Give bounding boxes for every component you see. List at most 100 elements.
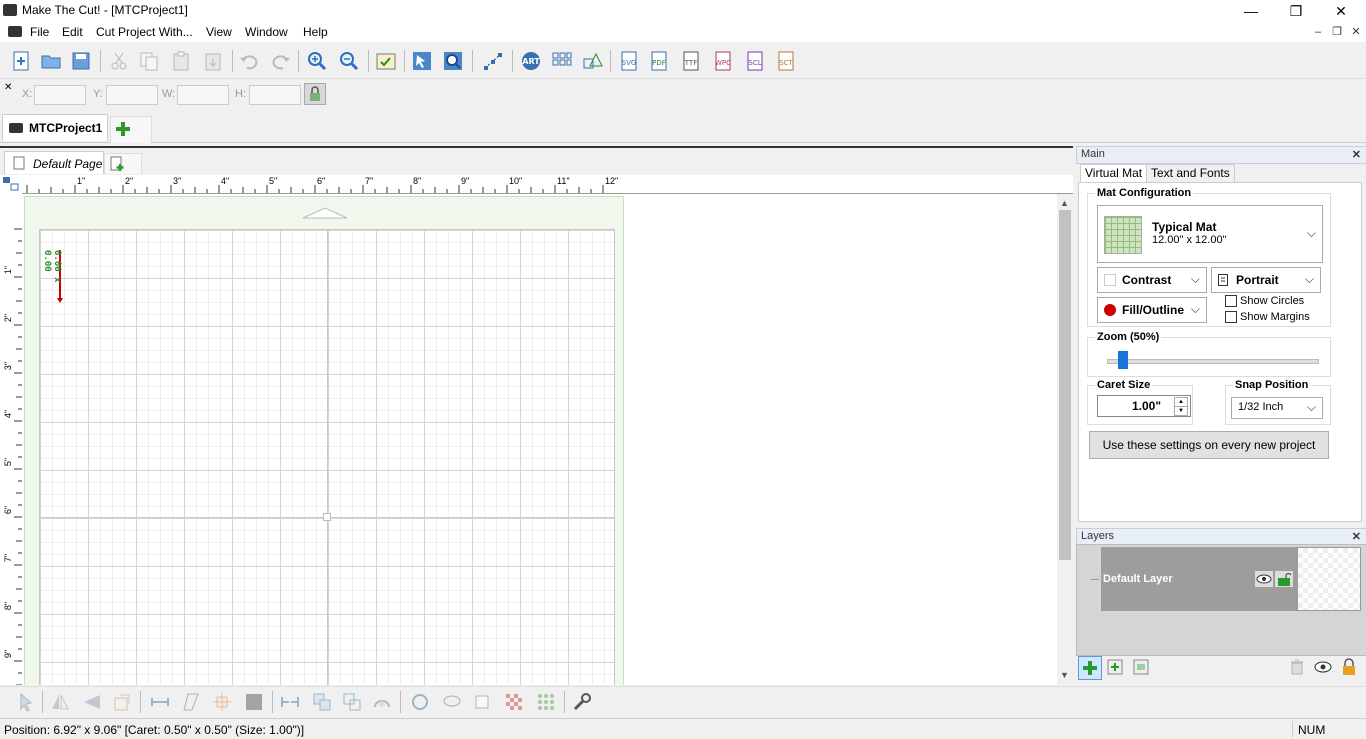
dot-grid-button[interactable] [534, 690, 558, 714]
add-layer-button[interactable] [1078, 656, 1102, 680]
zoom-out-button[interactable] [336, 48, 362, 74]
contrast-dropdown[interactable]: Contrast ⌵ [1097, 267, 1207, 293]
path-button[interactable] [370, 690, 394, 714]
toggle-lock-button[interactable] [1338, 656, 1360, 678]
settings-button[interactable] [570, 690, 594, 714]
shapes-button[interactable] [580, 48, 606, 74]
import-pdf-button[interactable]: PDF [646, 48, 672, 74]
properties-button[interactable] [373, 48, 399, 74]
zoom-in-button[interactable] [304, 48, 330, 74]
menu-help[interactable]: Help [303, 25, 328, 39]
spin-down-icon[interactable]: ▼ [1174, 406, 1188, 416]
zoom-slider-thumb[interactable] [1117, 351, 1128, 369]
circle-tool-button[interactable] [408, 690, 432, 714]
weld-button[interactable] [310, 690, 334, 714]
align-button[interactable] [148, 690, 172, 714]
paste-special-button[interactable] [200, 48, 226, 74]
toggle-visibility-button[interactable] [1312, 656, 1334, 678]
y-input[interactable] [106, 85, 158, 105]
close-button[interactable]: ✕ [1318, 0, 1364, 22]
menu-cut-project[interactable]: Cut Project With... [96, 25, 193, 39]
rotate-button[interactable] [110, 690, 134, 714]
center-button[interactable] [210, 690, 234, 714]
import-ttf-button[interactable]: TTF [678, 48, 704, 74]
scroll-down-icon[interactable]: ▼ [1060, 670, 1069, 680]
tab-default-page[interactable]: Default Page [4, 151, 104, 174]
distribute-button[interactable] [278, 690, 302, 714]
orientation-dropdown[interactable]: Portrait ⌵ [1211, 267, 1321, 293]
pattern-fill-button[interactable] [502, 690, 526, 714]
copy-button[interactable] [136, 48, 162, 74]
maximize-button[interactable]: ❐ [1273, 0, 1319, 22]
eye-icon[interactable] [1255, 571, 1273, 587]
node-edit-button[interactable] [480, 48, 506, 74]
page-icon [13, 156, 25, 170]
menu-window[interactable]: Window [245, 25, 288, 39]
select-tool-button[interactable] [409, 48, 435, 74]
square-tool-button[interactable] [470, 690, 494, 714]
scroll-up-icon[interactable]: ▲ [1060, 198, 1069, 208]
h-input[interactable] [249, 85, 301, 105]
close-main-panel-icon[interactable]: ✕ [1352, 148, 1361, 161]
add-page-button[interactable] [104, 153, 142, 174]
fill-outline-dropdown[interactable]: Fill/Outline ⌵ [1097, 297, 1207, 323]
shadow-button[interactable] [242, 690, 266, 714]
mat-type-dropdown[interactable]: Typical Mat 12.00" x 12.00" ⌵ [1097, 205, 1323, 263]
menu-file[interactable]: File [30, 25, 49, 39]
design-canvas[interactable]: 0.00 x 0.00 [22, 194, 1057, 685]
show-margins-label: Show Margins [1240, 311, 1310, 323]
import-scal-button[interactable]: SCL [742, 48, 768, 74]
minimize-button[interactable]: — [1228, 0, 1274, 22]
delete-layer-button[interactable] [1286, 656, 1308, 678]
zoom-slider-track[interactable] [1107, 359, 1319, 364]
undo-button[interactable] [236, 48, 262, 74]
menu-edit[interactable]: Edit [62, 25, 83, 39]
mdi-minimize-button[interactable]: – [1310, 24, 1326, 40]
ruler-h-label: 5" [269, 176, 278, 186]
search-button[interactable] [440, 48, 466, 74]
pointer-tool-button[interactable] [14, 690, 38, 714]
mdi-restore-button[interactable]: ❐ [1329, 24, 1345, 40]
paste-button[interactable] [168, 48, 194, 74]
import-wpc-button[interactable]: WPC [710, 48, 736, 74]
shear-button[interactable] [180, 690, 204, 714]
intersect-button[interactable] [340, 690, 364, 714]
show-circles-checkbox[interactable]: Show Circles [1225, 295, 1304, 308]
add-project-button[interactable] [110, 116, 152, 143]
ruler-h-label: 8" [413, 176, 422, 186]
use-settings-button[interactable]: Use these settings on every new project [1089, 431, 1329, 459]
close-layers-panel-icon[interactable]: ✕ [1352, 530, 1361, 543]
canvas-scrollbar[interactable]: ▲ ▼ [1057, 194, 1073, 685]
x-input[interactable] [34, 85, 86, 105]
tab-mtcproject1[interactable]: MTCProject1 [2, 114, 108, 141]
flip-vertical-button[interactable] [80, 690, 104, 714]
flip-horizontal-button[interactable] [48, 690, 72, 714]
checkbox-box [1225, 295, 1237, 308]
mdi-close-button[interactable]: ✕ [1348, 24, 1364, 40]
close-posbar-icon[interactable]: ✕ [4, 82, 12, 93]
save-button[interactable] [68, 48, 94, 74]
menu-view[interactable]: View [206, 25, 232, 39]
ruler-corner[interactable] [0, 175, 23, 194]
open-button[interactable] [38, 48, 64, 74]
import-scut-button[interactable]: SCT [773, 48, 799, 74]
import-svg-button[interactable]: SVG [616, 48, 642, 74]
art-button[interactable]: ART [518, 48, 544, 74]
duplicate-layer-icon [1133, 659, 1149, 675]
ellipse-tool-button[interactable] [440, 690, 464, 714]
chevron-down-icon: ⌵ [1190, 302, 1200, 316]
w-input[interactable] [177, 85, 229, 105]
scroll-thumb[interactable] [1059, 210, 1071, 560]
new-button[interactable] [8, 48, 34, 74]
redo-button[interactable] [268, 48, 294, 74]
cut-button[interactable] [106, 48, 132, 74]
add-sublayer-button[interactable] [1104, 656, 1126, 678]
grid-button[interactable] [549, 48, 575, 74]
show-margins-checkbox[interactable]: Show Margins [1225, 311, 1310, 324]
unlock-icon[interactable] [1275, 571, 1293, 587]
lock-ratio-button[interactable] [304, 83, 326, 105]
duplicate-layer-button[interactable] [1130, 656, 1152, 678]
snap-dropdown[interactable]: 1/32 Inch ⌵ [1231, 397, 1323, 419]
caret-size-input[interactable]: 1.00" ▲ ▼ [1097, 395, 1191, 417]
layer-item[interactable]: Default Layer [1101, 547, 1297, 611]
